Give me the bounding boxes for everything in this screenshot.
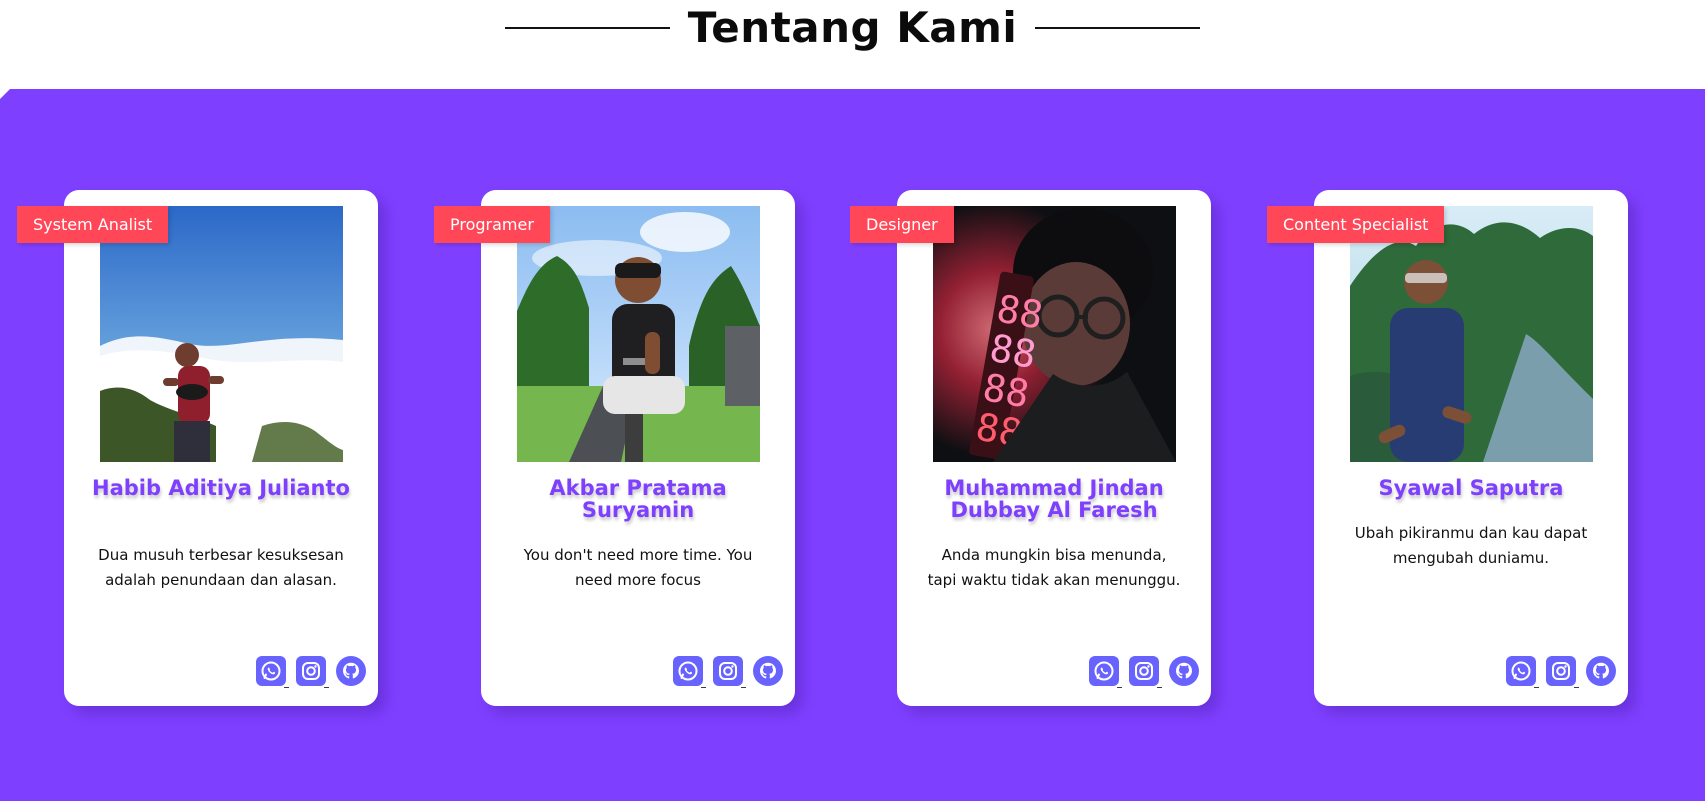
- instagram-icon[interactable]: [1129, 656, 1162, 688]
- github-icon[interactable]: [1586, 656, 1616, 686]
- whatsapp-icon-glyph: [261, 661, 281, 681]
- instagram-icon-glyph: [719, 662, 737, 680]
- github-icon[interactable]: [753, 656, 783, 686]
- team-card: System Analist Habib Aditiya Julianto Du…: [17, 190, 378, 706]
- outdoor-portrait-photo-image: [517, 206, 760, 462]
- member-name: Muhammad Jindan Dubbay Al Faresh: [944, 476, 1164, 522]
- instagram-icon-glyph: [302, 662, 320, 680]
- github-icon-glyph: [1593, 662, 1609, 679]
- social-underline: [284, 687, 289, 688]
- github-icon-glyph: [343, 662, 359, 679]
- section-title-wrap: Tentang Kami: [0, 0, 1705, 56]
- social-links: [673, 656, 783, 688]
- member-name: Syawal Saputra: [1378, 476, 1564, 500]
- social-links: [1506, 656, 1616, 688]
- neon-clock-photo-image: 88 88 88 88: [933, 206, 1176, 462]
- social-underline: [1534, 687, 1539, 688]
- whatsapp-icon[interactable]: [1089, 656, 1122, 688]
- github-icon[interactable]: [336, 656, 366, 686]
- role-tag: System Analist: [17, 206, 169, 243]
- social-underline: [1157, 687, 1162, 688]
- whatsapp-icon-glyph: [678, 661, 698, 681]
- instagram-icon-glyph: [1552, 662, 1570, 680]
- social-underline: [701, 687, 706, 688]
- social-links: [256, 656, 366, 688]
- social-links: [1089, 656, 1199, 688]
- github-icon[interactable]: [1169, 656, 1199, 686]
- forest-road-photo: [1350, 206, 1593, 462]
- role-tag: Programer: [434, 206, 550, 243]
- member-name: Habib Aditiya Julianto: [92, 476, 350, 500]
- title-divider-right: [1035, 27, 1201, 29]
- social-underline: [324, 687, 329, 688]
- member-quote: Dua musuh terbesar kesuksesan adalah pen…: [98, 546, 344, 589]
- instagram-icon[interactable]: [296, 656, 329, 688]
- forest-road-photo-image: [1350, 206, 1593, 462]
- outdoor-portrait-photo: [517, 206, 760, 462]
- member-quote: Anda mungkin bisa menunda, tapi waktu ti…: [927, 546, 1181, 589]
- member-quote: Ubah pikiranmu dan kau dapat mengubah du…: [1354, 524, 1588, 567]
- whatsapp-icon-glyph: [1511, 661, 1531, 681]
- section-title: Tentang Kami: [687, 3, 1018, 52]
- mountain-photo: [100, 206, 343, 462]
- role-tag: Designer: [850, 206, 954, 243]
- section-corner-notch: [0, 89, 10, 99]
- neon-clock-photo: 88 88 88 88: [933, 206, 1176, 462]
- role-tag: Content Specialist: [1267, 206, 1445, 243]
- instagram-icon[interactable]: [713, 656, 746, 688]
- header-section: Tentang Kami: [0, 0, 1705, 89]
- member-quote: You don't need more time. You need more …: [523, 546, 753, 589]
- whatsapp-icon[interactable]: [256, 656, 289, 688]
- whatsapp-icon[interactable]: [1506, 656, 1539, 688]
- social-underline: [1117, 687, 1122, 688]
- github-icon-glyph: [1176, 662, 1192, 679]
- whatsapp-icon-glyph: [1094, 661, 1114, 681]
- social-underline: [1574, 687, 1579, 688]
- social-underline: [741, 687, 746, 688]
- title-divider-left: [504, 27, 670, 29]
- whatsapp-icon[interactable]: [673, 656, 706, 688]
- mountain-photo-image: [100, 206, 343, 462]
- github-icon-glyph: [760, 662, 776, 679]
- member-name: Akbar Pratama Suryamin: [549, 476, 727, 522]
- team-card: Programer Akbar Pratama Suryamin You don…: [434, 190, 795, 706]
- instagram-icon[interactable]: [1546, 656, 1579, 688]
- team-card: Designer 88 88 88 88 Muhammad Jindan Dub…: [850, 190, 1211, 706]
- instagram-icon-glyph: [1135, 662, 1153, 680]
- team-card: Content Specialist Syawal Saputra Ubah p…: [1267, 190, 1628, 706]
